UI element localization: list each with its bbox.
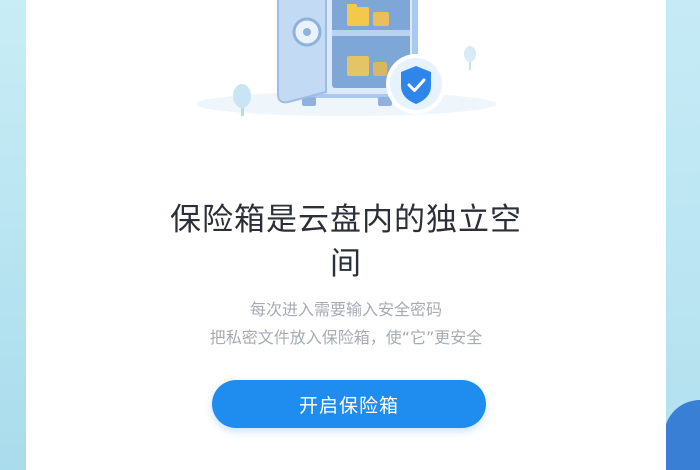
shield-check-icon (386, 54, 446, 114)
page-title-line-1: 保险箱是云盘内的独立空 (170, 202, 522, 238)
page-title: 保险箱是云盘内的独立空 间 (26, 198, 666, 286)
tree-icon-right (464, 46, 476, 70)
open-vault-button[interactable]: 开启保险箱 (212, 380, 486, 428)
vault-intro-card: 保险箱是云盘内的独立空 间 每次进入需要输入安全密码 把私密文件放入保险箱，使“… (26, 0, 666, 470)
safe-door (277, 0, 327, 104)
description-line-2: 把私密文件放入保险箱，使“它”更安全 (209, 328, 483, 347)
description-line-1: 每次进入需要输入安全密码 (249, 300, 442, 319)
page-title-line-2: 间 (330, 246, 362, 282)
description: 每次进入需要输入安全密码 把私密文件放入保险箱，使“它”更安全 (26, 296, 666, 352)
left-background-strip (0, 0, 26, 470)
safe-illustration (196, 0, 496, 116)
